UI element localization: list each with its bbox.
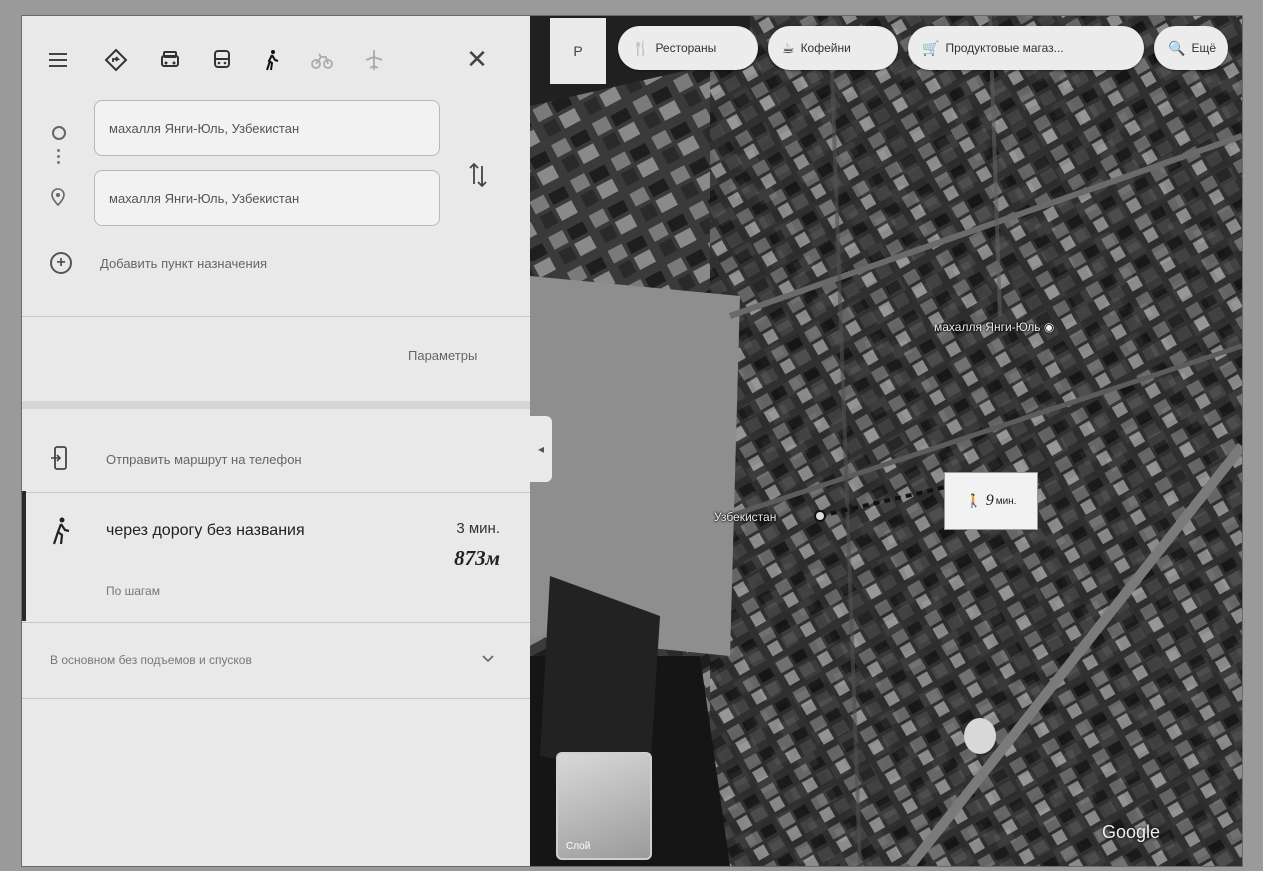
walk-icon: 🚶 <box>965 493 982 508</box>
app-window: ✕ + Добавить пункт назначения Параме <box>22 16 1242 866</box>
origin-field[interactable] <box>94 100 440 156</box>
layer-switch-chip[interactable]: Р <box>550 18 606 84</box>
destination-field[interactable] <box>94 170 440 226</box>
collapse-panel-button[interactable]: ◂ <box>530 416 552 482</box>
step-by-step-link[interactable]: По шагам <box>106 584 160 598</box>
divider <box>22 698 530 699</box>
route-time-badge[interactable]: 🚶 9 мин. <box>944 472 1038 530</box>
destination-pin-icon <box>51 188 65 206</box>
flight-icon[interactable] <box>360 46 388 74</box>
chip-restaurants[interactable]: 🍴 Рестораны <box>618 26 758 70</box>
elevation-note: В основном без подъемов и спусков <box>50 653 252 667</box>
add-destination-button[interactable]: + Добавить пункт назначения <box>50 252 267 274</box>
coffee-icon: ☕ <box>782 39 795 56</box>
layers-label: Слой <box>566 841 591 852</box>
route-dots-icon <box>57 146 61 176</box>
place-label[interactable]: махалля Янги-Юль ◉ <box>934 320 1054 334</box>
travel-mode-bar: ✕ <box>22 16 530 96</box>
origin-circle-icon <box>52 126 66 140</box>
send-to-phone-row[interactable]: Отправить маршрут на телефон <box>22 426 530 492</box>
chip-groceries[interactable]: 🛒 Продуктовые магаз... <box>908 26 1144 70</box>
search-icon: 🔍 <box>1168 39 1186 56</box>
close-icon[interactable]: ✕ <box>462 44 492 74</box>
section-separator <box>22 401 530 409</box>
map-view[interactable]: ◂ Р 🍴 Рестораны ☕ Кофейни 🛒 Продуктовые … <box>530 16 1242 866</box>
parameters-link[interactable]: Параметры <box>408 348 477 363</box>
route-distance: 873м <box>454 546 500 570</box>
chip-more[interactable]: 🔍 Ещё <box>1154 26 1228 70</box>
layer-chip-label: Р <box>573 43 583 59</box>
cart-icon: 🛒 <box>922 39 940 56</box>
hamburger-icon[interactable] <box>44 46 72 74</box>
route-inputs <box>22 96 530 256</box>
add-circle-icon: + <box>50 252 72 274</box>
chevron-down-icon[interactable] <box>480 651 496 667</box>
google-logo: Google <box>1102 822 1161 842</box>
transit-icon[interactable] <box>208 46 236 74</box>
chip-label: Ещё <box>1191 41 1216 55</box>
destination-input[interactable] <box>107 189 427 207</box>
divider <box>22 492 530 493</box>
route-option[interactable]: через дорогу без названия 3 мин. 873м По… <box>22 496 530 616</box>
divider <box>22 622 530 623</box>
chip-label: Продуктовые магаз... <box>945 41 1064 55</box>
walk-icon[interactable] <box>254 42 290 78</box>
fork-knife-icon: 🍴 <box>632 39 650 56</box>
route-via-label: через дорогу без названия <box>106 522 305 539</box>
chip-label: Кофейни <box>800 41 851 55</box>
layers-thumbnail[interactable]: Слой <box>556 752 652 860</box>
walk-icon <box>52 517 70 545</box>
badge-unit: мин. <box>995 495 1017 507</box>
elevation-note-row[interactable]: В основном без подъемов и спусков <box>22 631 530 691</box>
swap-icon[interactable] <box>466 160 490 190</box>
badge-time: 9 <box>985 492 994 509</box>
chip-coffee[interactable]: ☕ Кофейни <box>768 26 898 70</box>
directions-icon[interactable] <box>102 46 130 74</box>
send-to-phone-icon <box>51 446 67 470</box>
send-to-phone-label: Отправить маршрут на телефон <box>106 452 302 467</box>
route-duration: 3 мин. <box>456 520 500 537</box>
directions-panel: ✕ + Добавить пункт назначения Параме <box>22 16 531 866</box>
bicycle-icon[interactable] <box>308 46 336 74</box>
origin-input[interactable] <box>107 119 427 137</box>
origin-place-label[interactable]: Узбекистан <box>714 510 776 524</box>
satellite-imagery <box>530 16 1242 866</box>
add-destination-label: Добавить пункт назначения <box>100 255 268 271</box>
car-icon[interactable] <box>156 46 184 74</box>
chip-label: Рестораны <box>655 41 717 55</box>
divider <box>22 316 530 317</box>
